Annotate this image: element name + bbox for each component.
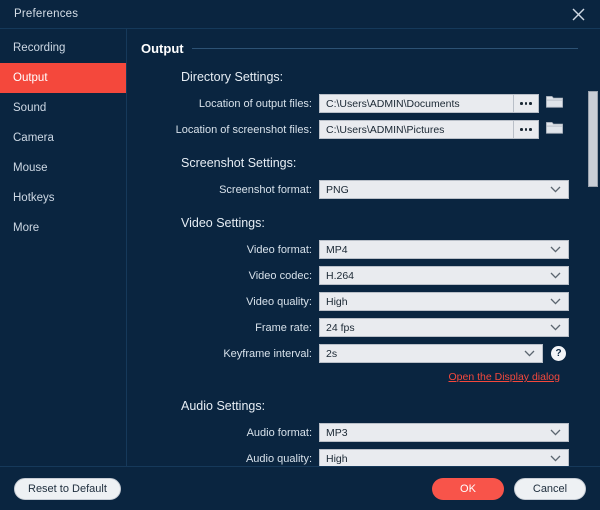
output-files-row: Location of output files: C:\Users\ADMIN… xyxy=(141,93,578,114)
video-quality-row: Video quality: High xyxy=(141,291,578,312)
dot-icon xyxy=(520,128,523,131)
chevron-down-icon xyxy=(550,455,568,462)
output-files-open-folder-button[interactable] xyxy=(546,94,563,113)
screenshot-format-select[interactable]: PNG xyxy=(319,180,569,199)
screenshot-files-field[interactable]: C:\Users\ADMIN\Pictures xyxy=(319,120,539,139)
content-scrollbar-thumb[interactable] xyxy=(588,91,598,187)
preferences-window: Preferences Recording Output Sound Camer… xyxy=(0,0,600,510)
sidebar-item-recording[interactable]: Recording xyxy=(0,33,126,63)
video-quality-value: High xyxy=(326,295,348,308)
settings-content: Output Directory Settings: Location of o… xyxy=(127,29,600,466)
audio-format-value: MP3 xyxy=(326,426,348,439)
frame-rate-value: 24 fps xyxy=(326,321,355,334)
keyframe-interval-label: Keyframe interval: xyxy=(223,347,312,360)
keyframe-interval-select[interactable]: 2s xyxy=(319,344,543,363)
video-quality-select[interactable]: High xyxy=(319,292,569,311)
audio-format-label: Audio format: xyxy=(246,426,312,439)
sidebar-item-label: Mouse xyxy=(13,162,48,174)
audio-settings-heading: Audio Settings: xyxy=(181,399,266,413)
video-codec-label: Video codec: xyxy=(248,269,312,282)
video-codec-select[interactable]: H.264 xyxy=(319,266,569,285)
dot-icon xyxy=(524,102,528,105)
folder-icon xyxy=(546,94,563,113)
video-settings-heading: Video Settings: xyxy=(181,216,265,230)
frame-rate-select[interactable]: 24 fps xyxy=(319,318,569,337)
chevron-down-icon xyxy=(550,298,568,305)
output-files-value: C:\Users\ADMIN\Documents xyxy=(326,97,460,110)
close-button[interactable] xyxy=(556,1,600,28)
ok-button[interactable]: OK xyxy=(432,477,504,500)
chevron-down-icon xyxy=(550,246,568,253)
video-codec-value: H.264 xyxy=(326,269,355,282)
sidebar-item-camera[interactable]: Camera xyxy=(0,123,126,153)
chevron-down-icon xyxy=(550,324,568,331)
frame-rate-label: Frame rate: xyxy=(255,321,312,334)
output-files-browse-button[interactable] xyxy=(513,95,538,112)
chevron-down-icon xyxy=(550,186,568,193)
keyframe-interval-help-icon[interactable]: ? xyxy=(551,346,566,361)
output-files-label: Location of output files: xyxy=(198,97,312,110)
screenshot-files-row: Location of screenshot files: C:\Users\A… xyxy=(141,119,578,140)
screenshot-format-value: PNG xyxy=(326,183,349,196)
video-format-row: Video format: MP4 xyxy=(141,239,578,260)
audio-quality-select[interactable]: High xyxy=(319,449,569,466)
audio-quality-label: Audio quality: xyxy=(245,452,312,465)
screenshot-files-open-folder-button[interactable] xyxy=(546,120,563,139)
output-files-field[interactable]: C:\Users\ADMIN\Documents xyxy=(319,94,539,113)
sidebar-item-hotkeys[interactable]: Hotkeys xyxy=(0,183,126,213)
video-format-select[interactable]: MP4 xyxy=(319,240,569,259)
keyframe-interval-row: Keyframe interval: 2s ? xyxy=(141,343,578,364)
audio-format-row: Audio format: MP3 xyxy=(141,422,578,443)
reset-to-default-button[interactable]: Reset to Default xyxy=(14,477,121,500)
screenshot-format-row: Screenshot format: PNG xyxy=(141,179,578,200)
video-format-value: MP4 xyxy=(326,243,348,256)
frame-rate-row: Frame rate: 24 fps xyxy=(141,317,578,338)
screenshot-format-label: Screenshot format: xyxy=(219,183,312,196)
sidebar-item-mouse[interactable]: Mouse xyxy=(0,153,126,183)
chevron-down-icon xyxy=(550,272,568,279)
sidebar-item-label: Recording xyxy=(13,42,66,54)
keyframe-interval-value: 2s xyxy=(326,347,338,360)
sidebar-item-label: Hotkeys xyxy=(13,192,55,204)
sidebar-item-label: Output xyxy=(13,72,48,84)
content-scrollbar[interactable] xyxy=(588,29,598,466)
sidebar-item-label: More xyxy=(13,222,40,234)
dot-icon xyxy=(524,128,528,131)
video-quality-label: Video quality: xyxy=(246,295,312,308)
folder-icon xyxy=(546,120,563,139)
chevron-down-icon xyxy=(524,350,542,357)
chevron-down-icon xyxy=(550,429,568,436)
cancel-button[interactable]: Cancel xyxy=(514,477,586,500)
close-icon xyxy=(572,8,585,21)
page-title: Output xyxy=(141,41,184,56)
sidebar-item-more[interactable]: More xyxy=(0,213,126,243)
display-dialog-link-row: Open the Display dialog xyxy=(141,371,578,383)
directory-settings-heading: Directory Settings: xyxy=(181,70,284,84)
screenshot-settings-heading: Screenshot Settings: xyxy=(181,156,297,170)
dot-icon xyxy=(529,128,532,131)
sidebar: Recording Output Sound Camera Mouse Hotk… xyxy=(0,29,127,466)
sidebar-item-label: Camera xyxy=(13,132,54,144)
sidebar-item-sound[interactable]: Sound xyxy=(0,93,126,123)
screenshot-files-value: C:\Users\ADMIN\Pictures xyxy=(326,123,445,136)
audio-format-select[interactable]: MP3 xyxy=(319,423,569,442)
sidebar-item-label: Sound xyxy=(13,102,47,114)
dialog-footer: Reset to Default OK Cancel xyxy=(0,466,600,510)
sidebar-item-output[interactable]: Output xyxy=(0,63,126,93)
screenshot-files-label: Location of screenshot files: xyxy=(175,123,312,136)
titlebar: Preferences xyxy=(0,0,600,29)
header-divider xyxy=(191,48,578,49)
dot-icon xyxy=(529,102,532,105)
video-codec-row: Video codec: H.264 xyxy=(141,265,578,286)
dot-icon xyxy=(520,102,523,105)
window-body: Recording Output Sound Camera Mouse Hotk… xyxy=(0,29,600,466)
audio-quality-value: High xyxy=(326,452,348,465)
audio-quality-row: Audio quality: High xyxy=(141,448,578,466)
screenshot-files-browse-button[interactable] xyxy=(513,121,538,138)
open-display-dialog-link[interactable]: Open the Display dialog xyxy=(449,371,561,383)
window-title: Preferences xyxy=(14,8,79,20)
page-header: Output xyxy=(141,41,578,56)
video-format-label: Video format: xyxy=(246,243,312,256)
